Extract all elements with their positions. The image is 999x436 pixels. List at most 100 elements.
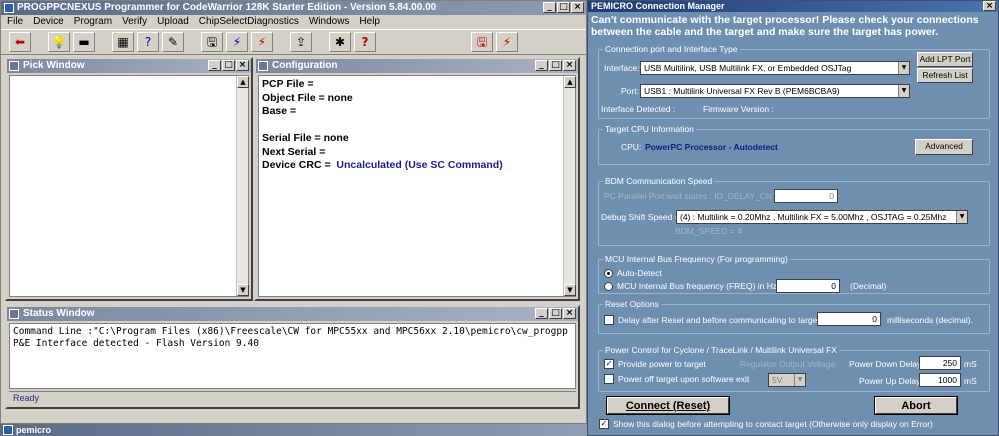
debug-shift-select[interactable]: (4) : Multilink = 0.20Mhz , Multilink FX…: [676, 210, 968, 224]
app-icon: [3, 425, 13, 435]
programmer-titlebar[interactable]: PROGPPCNEXUS Programmer for CodeWarrior …: [1, 1, 586, 15]
programmer-window: PROGPPCNEXUS Programmer for CodeWarrior …: [0, 0, 587, 424]
bug-icon[interactable]: ✱: [329, 32, 351, 52]
pick-window-titlebar[interactable]: Pick Window _ □ ×: [7, 59, 251, 73]
dialog-titlebar[interactable]: PEMICRO Connection Manager ×: [588, 1, 998, 12]
advanced-button[interactable]: Advanced: [915, 139, 973, 155]
status-window-title: Status Window: [23, 308, 95, 319]
help-query-icon[interactable]: ?: [137, 32, 159, 52]
status-line: Command Line :"C:\Program Files (x86)\Fr…: [13, 326, 568, 337]
port-select[interactable]: USB1 : Multilink Universal FX Rev B (PEM…: [640, 84, 910, 98]
refresh-list-button[interactable]: Refresh List: [917, 68, 973, 83]
mcu-frequency-radio[interactable]: [604, 282, 613, 291]
voltage-select[interactable]: 5V ▼: [768, 373, 806, 387]
chevron-down-icon[interactable]: ▼: [898, 62, 909, 74]
port-label: Port:: [621, 86, 639, 96]
config-maximize-button[interactable]: □: [549, 60, 562, 71]
cpu-group-label: Target CPU Information: [603, 123, 696, 135]
scroll-down-icon[interactable]: ▼: [237, 284, 249, 296]
mcu-frequency-field[interactable]: 0: [776, 279, 840, 293]
pick-maximize-button[interactable]: □: [222, 60, 235, 71]
config-scrollbar[interactable]: ▲ ▼: [563, 76, 576, 296]
menu-upload[interactable]: Upload: [157, 15, 189, 29]
provide-power-label: Provide power to target: [618, 359, 706, 369]
menu-bar: File Device Program Verify Upload ChipSe…: [1, 15, 586, 29]
config-line-base: Base =: [262, 105, 297, 117]
save-disk-icon[interactable]: 🖫: [201, 32, 223, 52]
interface-select[interactable]: USB Multilink, USB Multilink FX, or Embe…: [640, 61, 910, 75]
minimized-window-title: pemicro: [16, 425, 52, 435]
io-delay-field[interactable]: 0: [774, 189, 838, 203]
delay-after-reset-checkbox[interactable]: [604, 315, 614, 325]
pick-minimize-button[interactable]: _: [208, 60, 221, 71]
config-line-blank: [262, 119, 572, 133]
status-line: P&E Interface detected - Flash Version 9…: [13, 338, 259, 349]
dialog-title: PEMICRO Connection Manager: [591, 1, 725, 11]
configuration-title: Configuration: [272, 60, 338, 71]
back-arrow-icon[interactable]: ⬅: [9, 32, 31, 52]
question-icon[interactable]: ?: [354, 32, 376, 52]
pick-list[interactable]: ▲ ▼: [9, 75, 249, 297]
status-maximize-button[interactable]: □: [549, 308, 562, 319]
power-down-ms-label: mS: [964, 359, 977, 369]
connection-manager-dialog: PEMICRO Connection Manager × Can't commu…: [587, 0, 999, 436]
dialog-close-button[interactable]: ×: [983, 1, 996, 11]
regulator-voltage-label: Regulator Output Voltage: [740, 359, 836, 369]
pick-scrollbar[interactable]: ▲ ▼: [236, 76, 249, 296]
power-up-ms-label: mS: [964, 376, 977, 386]
memory-icon[interactable]: ▦: [112, 32, 134, 52]
pick-close-button[interactable]: ×: [236, 60, 249, 71]
show-dialog-checkbox[interactable]: ✓: [599, 419, 609, 429]
status-window-icon: [9, 309, 19, 319]
abort-button[interactable]: Abort: [874, 396, 958, 415]
add-lpt-port-button[interactable]: Add LPT Port: [917, 52, 973, 67]
connect-reset-button[interactable]: Connect (Reset): [606, 396, 730, 415]
red-disk-icon[interactable]: 🖫: [471, 32, 493, 52]
config-close-button[interactable]: ×: [563, 60, 576, 71]
close-button[interactable]: ×: [571, 2, 584, 13]
menu-help[interactable]: Help: [359, 15, 380, 29]
red-flash-icon[interactable]: ⚡: [496, 32, 518, 52]
config-line-object: Object File = none: [262, 91, 353, 104]
menu-file[interactable]: File: [7, 15, 23, 29]
connection-group-label: Connection port and Interface Type: [603, 43, 740, 55]
status-log: Command Line :"C:\Program Files (x86)\Fr…: [9, 323, 576, 389]
chevron-down-icon[interactable]: ▼: [794, 374, 805, 386]
pencil-icon[interactable]: ✎: [162, 32, 184, 52]
verify-flash-icon[interactable]: ⚡: [251, 32, 273, 52]
power-up-field[interactable]: 1000: [919, 373, 961, 387]
scroll-up-icon[interactable]: ▲: [237, 76, 249, 88]
milliseconds-label: milliseconds (decimal).: [887, 315, 973, 325]
maximize-button[interactable]: □: [557, 2, 570, 13]
chevron-down-icon[interactable]: ▼: [898, 85, 909, 97]
upload-icon[interactable]: ⇪: [290, 32, 312, 52]
menu-device[interactable]: Device: [33, 15, 64, 29]
menu-program[interactable]: Program: [74, 15, 112, 29]
auto-detect-radio[interactable]: [604, 269, 613, 278]
menu-windows[interactable]: Windows: [309, 15, 350, 29]
minimized-window-bar[interactable]: pemicro: [0, 424, 587, 436]
scroll-down-icon[interactable]: ▼: [564, 284, 576, 296]
window-title: PROGPPCNEXUS Programmer for CodeWarrior …: [17, 2, 437, 13]
program-flash-icon[interactable]: ⚡: [226, 32, 248, 52]
cpu-group: Target CPU Information CPU: PowerPC Proc…: [598, 123, 990, 165]
reset-delay-field[interactable]: 0: [817, 312, 881, 326]
menu-verify[interactable]: Verify: [122, 15, 147, 29]
power-off-checkbox[interactable]: [604, 374, 614, 384]
status-close-button[interactable]: ×: [563, 308, 576, 319]
power-down-field[interactable]: 250: [919, 356, 961, 370]
delay-after-reset-label: Delay after Reset and before communicati…: [618, 315, 833, 325]
lightbulb-icon[interactable]: 💡: [48, 32, 70, 52]
scroll-up-icon[interactable]: ▲: [564, 76, 576, 88]
menu-chipselect[interactable]: ChipSelectDiagnostics: [199, 15, 299, 29]
config-minimize-button[interactable]: _: [535, 60, 548, 71]
chip-icon[interactable]: ▬: [73, 32, 95, 52]
pick-window: Pick Window _ □ × ▲ ▼: [5, 57, 253, 301]
chevron-down-icon[interactable]: ▼: [956, 211, 967, 223]
configuration-titlebar[interactable]: Configuration _ □ ×: [256, 59, 578, 73]
status-titlebar[interactable]: Status Window _ □ ×: [7, 307, 578, 321]
minimize-button[interactable]: _: [543, 2, 556, 13]
power-down-label: Power Down Delay: [849, 359, 922, 369]
provide-power-checkbox[interactable]: ✓: [604, 359, 614, 369]
status-minimize-button[interactable]: _: [535, 308, 548, 319]
